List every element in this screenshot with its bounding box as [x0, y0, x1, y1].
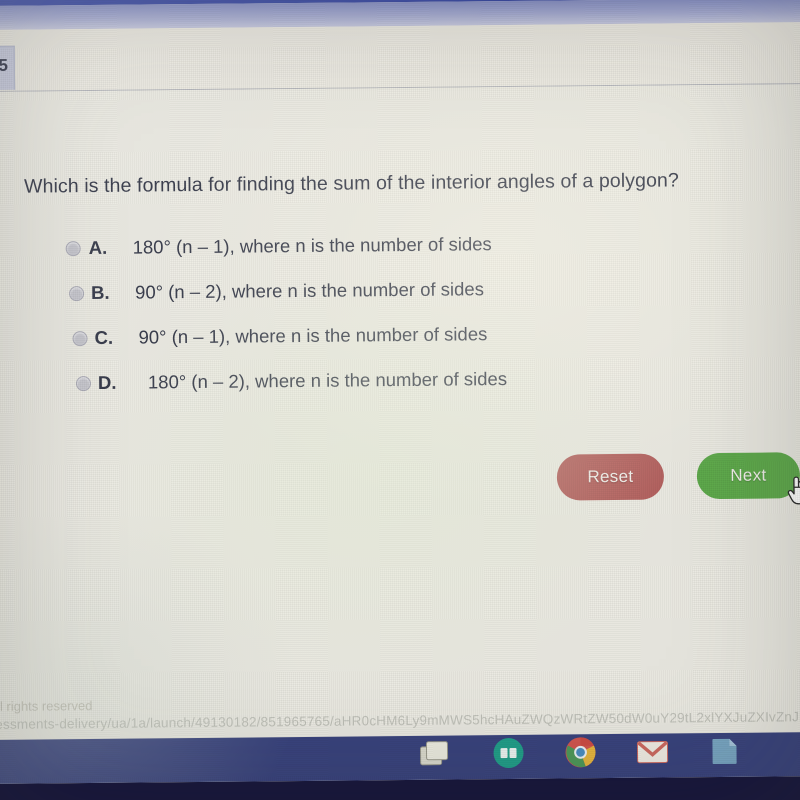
option-letter-b: B. [90, 281, 110, 304]
question-number-tab[interactable]: 5 [0, 45, 16, 91]
question-text: Which is the formula for finding the sum… [23, 169, 679, 198]
taskbar-icon-group [419, 725, 741, 780]
radio-button-b[interactable] [69, 286, 85, 302]
radio-button-c[interactable] [72, 331, 88, 347]
question-number-label: 5 [0, 55, 9, 75]
gmail-icon[interactable] [635, 733, 669, 767]
answer-option-d[interactable]: D. 180° (n – 2), where n is the number o… [0, 361, 800, 414]
option-text-a: 180° (n – 1), where n is the number of s… [132, 233, 492, 258]
document-icon[interactable] [707, 733, 741, 767]
question-page: Which is the formula for finding the sum… [0, 83, 800, 753]
answer-option-a[interactable]: A. 180° (n – 1), where n is the number o… [0, 226, 800, 279]
answer-options-list: A. 180° (n – 1), where n is the number o… [0, 226, 800, 414]
option-letter-a: A. [88, 236, 108, 259]
radio-button-d[interactable] [75, 376, 92, 392]
option-letter-d: D. [97, 371, 117, 393]
pointer-hand-cursor [787, 476, 800, 505]
answer-option-c[interactable]: C. 90° (n – 1), where n is the number of… [0, 316, 800, 369]
action-buttons: Reset Next [556, 452, 800, 505]
chrome-icon[interactable] [563, 734, 597, 768]
answer-option-b[interactable]: B. 90° (n – 2), where n is the number of… [0, 271, 800, 324]
option-text-b: 90° (n – 2), where n is the number of si… [134, 278, 484, 303]
option-letter-c: C. [94, 326, 114, 348]
assessment-header [0, 21, 800, 93]
os-taskbar [0, 731, 800, 785]
reset-button[interactable]: Reset [556, 453, 665, 501]
files-icon[interactable] [419, 736, 453, 770]
option-text-d: 180° (n – 2), where n is the number of s… [147, 368, 508, 393]
option-text-c: 90° (n – 1), where n is the number of si… [138, 323, 488, 348]
teal-app-icon[interactable] [491, 735, 525, 769]
photographed-screen: 5 Which is the formula for finding the s… [0, 0, 800, 800]
radio-button-a[interactable] [65, 241, 81, 257]
copyright-text: ll rights reserved [0, 698, 93, 714]
screen-surface: 5 Which is the formula for finding the s… [0, 0, 800, 785]
